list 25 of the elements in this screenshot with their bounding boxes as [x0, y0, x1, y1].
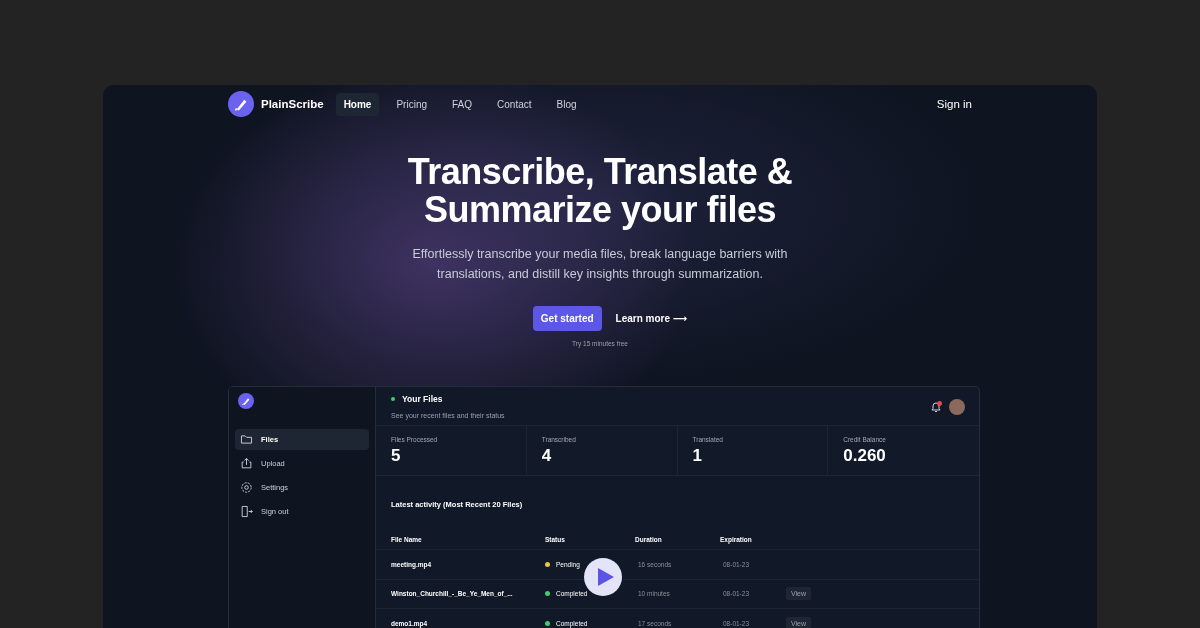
stat-value: 0.260: [843, 446, 887, 466]
signout-icon: [240, 505, 253, 518]
hero-subtitle: Effortlessly transcribe your media files, break language barriers with translations, and distill key insights through summarization.: [411, 246, 789, 283]
nav-link[interactable]: Home: [335, 92, 380, 116]
hero-title: Transcribe, Translate & Summarize your files: [407, 153, 793, 229]
brand-name: PlainScribe: [261, 98, 324, 110]
sign-in-link[interactable]: Sign in: [936, 98, 972, 110]
learn-more-link[interactable]: Learn more ⟶: [615, 313, 688, 324]
stat-value: 4: [541, 446, 553, 466]
status-dot-icon: [391, 397, 395, 401]
stat-value: 1: [692, 446, 703, 466]
folder-icon: [240, 433, 253, 446]
logo-icon: [228, 91, 254, 117]
upload-icon: [240, 457, 253, 470]
nav-link[interactable]: Contact: [489, 92, 540, 116]
bell-icon[interactable]: [930, 400, 942, 413]
nav-link[interactable]: Pricing: [388, 92, 435, 116]
stat-value: 5: [391, 446, 402, 466]
avatar[interactable]: [949, 398, 965, 415]
nav-link[interactable]: Blog: [548, 92, 585, 116]
nav-link[interactable]: FAQ: [444, 92, 481, 116]
gear-icon: [240, 481, 253, 494]
section-title: Your Files: [402, 394, 443, 404]
get-started-button[interactable]: Get started: [532, 306, 602, 331]
logo-icon: [238, 393, 254, 409]
